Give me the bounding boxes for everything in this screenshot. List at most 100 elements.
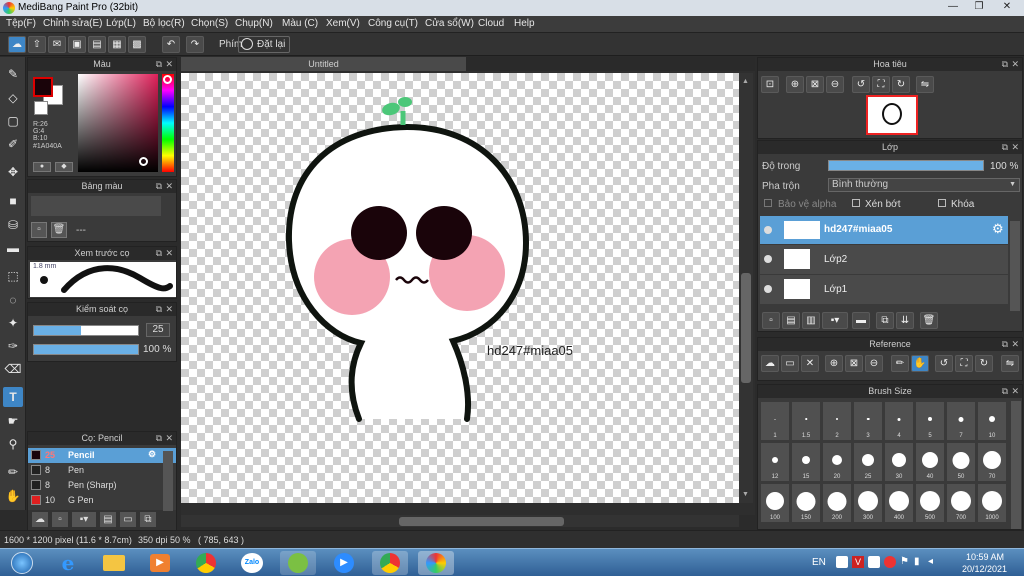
internet-explorer-icon[interactable]: e (50, 551, 86, 575)
tab-untitled[interactable]: Untitled (181, 57, 466, 71)
select-rect-tool-icon[interactable]: ⬚ (3, 266, 23, 286)
gear-icon[interactable]: ⚙ (992, 221, 1004, 237)
popout-icon[interactable]: ⧉ (156, 58, 162, 71)
tray-app-icon[interactable] (836, 556, 848, 568)
menu-filter[interactable]: Bộ lọc(R) (143, 18, 185, 29)
brush-size-cell[interactable]: 1 (760, 401, 790, 441)
menu-view[interactable]: Xem(V) (326, 18, 360, 29)
brush-size-cell[interactable]: 7 (946, 401, 976, 441)
menu-help[interactable]: Help (514, 18, 535, 29)
swap-color-button[interactable]: ◆ (55, 162, 73, 172)
canvas-horizontal-scrollbar[interactable] (181, 515, 739, 527)
brush-size-cell[interactable]: 12 (760, 442, 790, 482)
clock-time[interactable]: 10:59 AM (966, 552, 1004, 562)
reset-button[interactable]: Đặt lại (238, 36, 291, 53)
file-explorer-icon[interactable] (96, 551, 132, 575)
brush-opacity-slider[interactable] (33, 344, 139, 355)
rotate-left-icon[interactable]: ↺ (935, 355, 953, 372)
visibility-icon[interactable] (764, 285, 772, 293)
delete-layer-icon[interactable]: 🗑 (920, 312, 938, 329)
brush-size-value[interactable]: 25 (146, 323, 170, 337)
hand-icon[interactable]: ✋ (911, 355, 929, 372)
new-layer-8bit-icon[interactable]: ▤ (782, 312, 800, 329)
picker-cursor[interactable] (139, 157, 148, 166)
move-tool-icon[interactable]: ✥ (3, 162, 23, 182)
brush-size-cell[interactable]: 1.5 (791, 401, 821, 441)
magic-wand-tool-icon[interactable]: ✦ (3, 313, 23, 333)
brush-size-scrollbar[interactable] (1011, 401, 1021, 529)
add-layer-dropdown-icon[interactable]: ▪▾ (822, 312, 848, 329)
zalo-icon[interactable]: Zalo (234, 551, 270, 575)
grid-icon[interactable]: ▦ (108, 36, 126, 53)
saturation-value-picker[interactable] (78, 74, 158, 172)
close-icon[interactable]: ✕ (165, 303, 173, 316)
brush-size-cell[interactable]: 150 (791, 483, 821, 523)
brush-size-cell[interactable]: 700 (946, 483, 976, 523)
navigator-thumbnail[interactable] (866, 95, 918, 135)
canvas-text[interactable]: hd247#miaa05 (487, 343, 573, 358)
menu-select[interactable]: Chọn(S) (191, 18, 228, 29)
brush-item-pencil[interactable]: 25 Pencil ⚙ (28, 448, 176, 463)
popout-icon[interactable]: ⧉ (156, 247, 162, 260)
eyedropper-icon[interactable]: ✏ (891, 355, 909, 372)
brush-size-cell[interactable]: 2 (822, 401, 852, 441)
gradient-tool-icon[interactable]: ▬ (3, 238, 23, 258)
drawing-canvas[interactable]: hd247#miaa05 (181, 73, 739, 503)
close-icon[interactable]: ✕ (1011, 58, 1019, 71)
media-player-icon[interactable]: ▶ (142, 551, 178, 575)
popout-icon[interactable]: ⧉ (156, 180, 162, 193)
brush-size-cell[interactable]: 40 (915, 442, 945, 482)
brush-size-cell[interactable]: 300 (853, 483, 883, 523)
comment-icon[interactable]: ✉ (48, 36, 66, 53)
brush-size-cell[interactable]: 500 (915, 483, 945, 523)
menu-color[interactable]: Màu (C) (282, 18, 318, 29)
horizontal-scroll-thumb[interactable] (399, 517, 564, 526)
document-icon[interactable]: ▤ (88, 36, 106, 53)
brush-size-slider[interactable] (33, 325, 139, 336)
new-layer-icon[interactable]: ▫ (762, 312, 780, 329)
upload-icon[interactable]: ⇧ (28, 36, 46, 53)
hue-slider[interactable] (162, 74, 174, 172)
clipping-checkbox[interactable] (852, 199, 860, 207)
popout-icon[interactable]: ⧉ (1002, 141, 1008, 154)
primary-color-swatch[interactable] (33, 77, 53, 97)
color-mode-button[interactable]: ● (33, 162, 51, 172)
duplicate-brush-icon[interactable]: ⧉ (140, 512, 156, 527)
brush-size-cell[interactable]: 30 (884, 442, 914, 482)
brush-size-cell[interactable]: 4 (884, 401, 914, 441)
brush-size-cell[interactable]: 400 (884, 483, 914, 523)
zoom-out-icon[interactable]: ⊖ (826, 76, 844, 93)
zoom-fit-icon[interactable]: ⊡ (761, 76, 779, 93)
delete-palette-icon[interactable]: 🗑 (51, 222, 67, 238)
eyedropper-tool-icon[interactable]: ⚲ (3, 434, 23, 454)
vertical-scroll-thumb[interactable] (741, 273, 751, 383)
menu-tools[interactable]: Công cụ(T) (368, 18, 418, 29)
tray-alert-icon[interactable] (884, 556, 896, 568)
layer-folder-icon[interactable]: ▬ (852, 312, 870, 329)
flip-icon[interactable]: ⇋ (916, 76, 934, 93)
fit-window-icon[interactable]: ⛶ (955, 355, 973, 372)
close-icon[interactable]: ✕ (1011, 338, 1019, 351)
scroll-down-icon[interactable]: ▼ (742, 491, 749, 498)
medibang-taskbar-icon[interactable] (418, 551, 454, 575)
dropper-tool-icon[interactable]: ✏ (3, 462, 23, 482)
menu-cloud[interactable]: Cloud (478, 18, 504, 29)
hand-tool-icon[interactable]: ✋ (3, 486, 23, 506)
close-reference-icon[interactable]: ✕ (801, 355, 819, 372)
rotate-right-icon[interactable]: ↻ (975, 355, 993, 372)
maximize-button[interactable]: ❐ (966, 0, 992, 14)
popout-icon[interactable]: ⧉ (1002, 385, 1008, 398)
close-icon[interactable]: ✕ (165, 247, 173, 260)
select-pen-tool-icon[interactable]: ✑ (3, 336, 23, 356)
blend-mode-select[interactable]: Bình thường ▼ (828, 178, 1020, 192)
brush-size-cell[interactable]: 3 (853, 401, 883, 441)
brush-item-pen[interactable]: 8 Pen (28, 463, 176, 478)
network-icon[interactable]: ▮ (914, 556, 920, 567)
app-icon-green[interactable] (280, 551, 316, 575)
visibility-icon[interactable] (764, 255, 772, 263)
new-brush-icon[interactable]: ▫ (52, 512, 68, 527)
popout-icon[interactable]: ⧉ (156, 303, 162, 316)
lasso-tool-icon[interactable]: ◌ (3, 290, 23, 310)
brush-size-cell[interactable]: 70 (977, 442, 1007, 482)
menu-edit[interactable]: Chỉnh sửa(E) (43, 18, 103, 29)
